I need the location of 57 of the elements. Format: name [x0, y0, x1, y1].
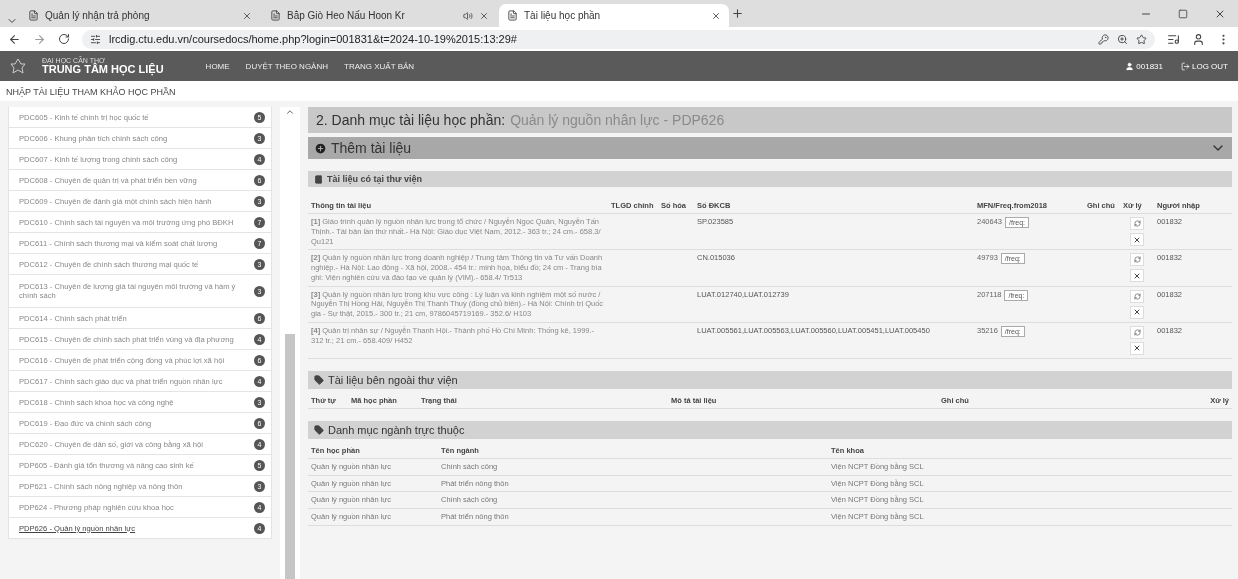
scrollbar[interactable] — [280, 107, 300, 579]
user-icon — [1125, 61, 1135, 71]
book-icon — [314, 174, 323, 184]
forward-icon[interactable] — [33, 32, 46, 46]
refresh-icon — [1133, 292, 1141, 300]
back-icon[interactable] — [8, 32, 21, 46]
tag-icon — [314, 424, 324, 435]
page-icon — [507, 10, 518, 21]
page-title: NHẬP TÀI LIỆU THAM KHẢO HỌC PHẦN — [0, 81, 1238, 101]
browser-tab[interactable]: Tài liệu học phần — [499, 4, 729, 27]
site-title[interactable]: TRUNG TÂM HỌC LIỆU — [42, 63, 164, 76]
maximize-icon[interactable] — [1178, 7, 1188, 20]
reload-icon[interactable] — [58, 33, 70, 45]
add-document-bar[interactable]: Thêm tài liệu — [308, 137, 1232, 159]
close-icon — [1133, 235, 1141, 244]
refresh-icon — [1133, 220, 1141, 227]
scroll-thumb[interactable] — [285, 334, 295, 579]
key-icon[interactable] — [1098, 33, 1109, 45]
emblem-icon — [10, 58, 26, 74]
tag-icon — [314, 374, 324, 385]
close-icon[interactable] — [711, 10, 721, 21]
section-title: Danh mục ngành trực thuộc — [328, 423, 465, 436]
logout-link[interactable]: LOG OUT — [1192, 61, 1228, 71]
address-bar[interactable]: lrcdig.ctu.edu.vn/coursedocs/home.php?login=001831&t=2024-10-19%2015:13:29# — [82, 29, 1155, 49]
close-icon — [1133, 344, 1141, 353]
scroll-up-icon[interactable] — [285, 107, 295, 117]
delete-button[interactable] — [1130, 305, 1144, 319]
plus-circle-icon — [314, 141, 327, 155]
media-icon[interactable] — [1167, 32, 1180, 46]
close-icon — [1133, 271, 1141, 280]
zoom-icon[interactable] — [1117, 33, 1128, 45]
nav-link[interactable]: DUYỆT THEO NGÀNH — [245, 61, 328, 71]
course-name: Quản lý nguồn nhân lực - PDP626 — [510, 112, 725, 128]
close-icon[interactable] — [479, 10, 489, 21]
heading-title: 2. Danh mục tài liệu học phần: — [316, 112, 506, 128]
refresh-icon — [1133, 256, 1141, 264]
delete-button[interactable] — [1130, 269, 1144, 283]
page-icon — [28, 10, 39, 21]
browser-tab[interactable]: Bắp Giò Heo Nấu Hoon Kr — [262, 4, 497, 27]
section-title: Tài liệu có tại thư viện — [327, 174, 423, 184]
star-icon[interactable] — [1136, 33, 1147, 45]
site-settings-icon[interactable] — [90, 33, 101, 45]
logout-icon — [1181, 61, 1190, 71]
user-link[interactable]: 001831 — [1136, 61, 1163, 71]
close-icon — [1133, 308, 1141, 316]
browser-tab[interactable]: Quản lý nhận trả phòng — [20, 4, 260, 27]
refresh-icon — [1133, 328, 1141, 336]
profile-icon[interactable] — [1192, 32, 1205, 46]
delete-button[interactable] — [1130, 341, 1144, 355]
section-title: Tài liệu bên ngoài thư viện — [328, 373, 458, 386]
page-icon — [270, 10, 281, 21]
new-tab-icon[interactable] — [731, 7, 744, 20]
speaker-icon[interactable] — [463, 10, 473, 21]
delete-button[interactable] — [1130, 233, 1144, 246]
nav-link[interactable]: TRANG XUẤT BẢN — [344, 61, 415, 71]
nav-link[interactable]: HOME — [205, 61, 230, 71]
close-icon[interactable] — [242, 10, 252, 21]
